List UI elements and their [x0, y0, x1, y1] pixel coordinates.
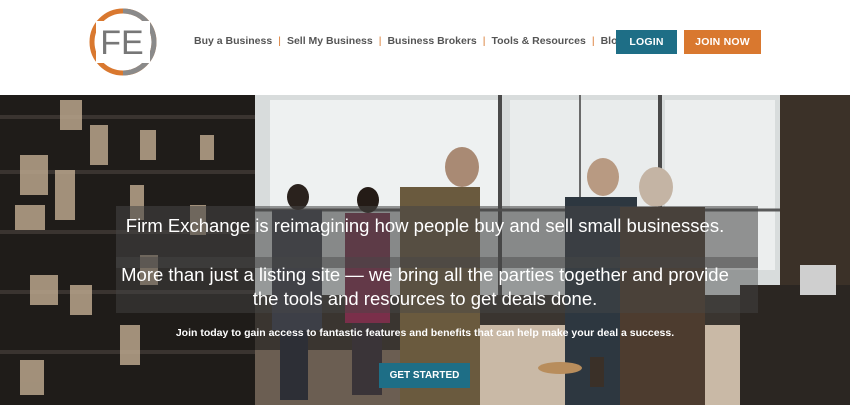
hero-banner: Firm Exchange is reimagining how people … — [0, 95, 850, 405]
nav-business-brokers[interactable]: Business Brokers — [387, 35, 476, 47]
nav-separator: | — [482, 35, 486, 47]
join-now-button[interactable]: JOIN NOW — [684, 30, 761, 54]
logo-mark: FE — [89, 8, 157, 76]
nav-buy-a-business[interactable]: Buy a Business — [194, 35, 272, 47]
hero-description-line2: the tools and resources to get deals don… — [252, 288, 598, 309]
get-started-button[interactable]: GET STARTED — [379, 363, 470, 388]
hero-subline: Join today to gain access to fantastic f… — [175, 327, 675, 339]
hero-headline: Firm Exchange is reimagining how people … — [125, 215, 725, 236]
login-button[interactable]: LOGIN — [616, 30, 677, 54]
nav-tools-resources[interactable]: Tools & Resources — [492, 35, 586, 47]
nav-sell-my-business[interactable]: Sell My Business — [287, 35, 373, 47]
nav-separator: | — [591, 35, 595, 47]
nav-separator: | — [278, 35, 281, 47]
firm-exchange-logo[interactable]: FE — [88, 7, 158, 77]
nav-separator: | — [378, 35, 382, 47]
hero-description-line1: More than just a listing site — we bring… — [121, 264, 729, 285]
site-header: FE Buy a Business | Sell My Business | B… — [0, 0, 850, 95]
main-navigation: Buy a Business | Sell My Business | Busi… — [194, 35, 624, 47]
svg-text:FE: FE — [100, 24, 143, 62]
hero-description: More than just a listing site — we bring… — [0, 263, 850, 311]
